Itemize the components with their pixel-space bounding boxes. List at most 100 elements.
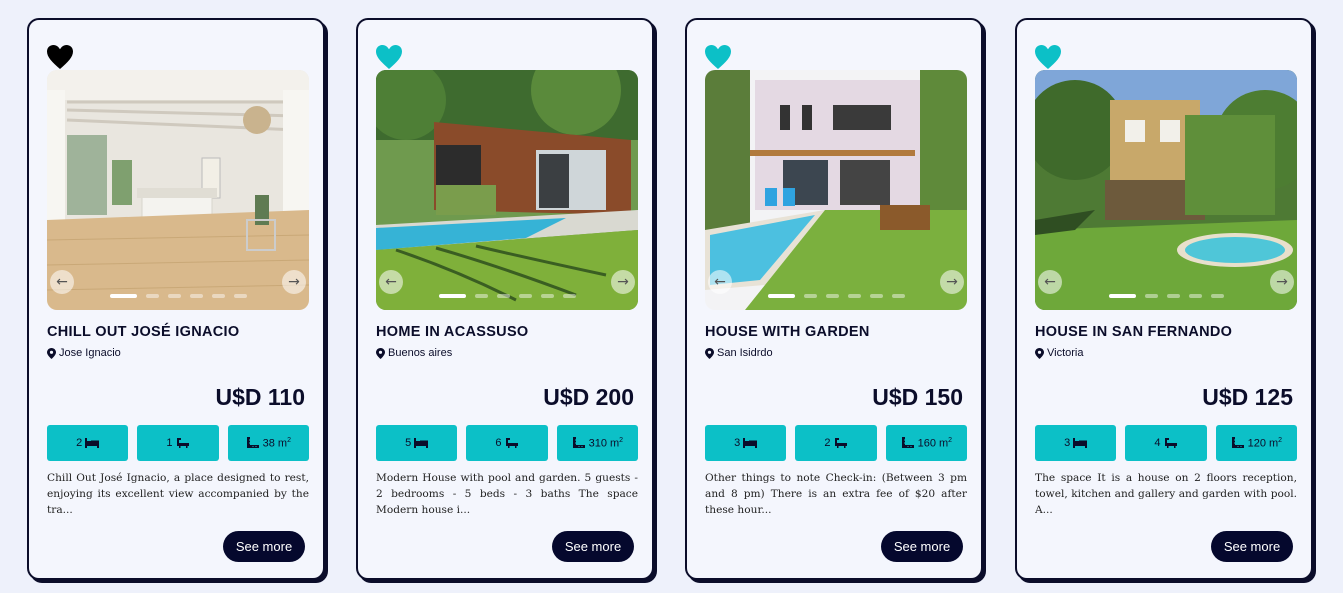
listing-location: San Isidrdo [705, 347, 773, 359]
area-unit: 2 [1278, 436, 1283, 444]
carousel-dot[interactable] [109, 294, 137, 298]
carousel-dot[interactable] [891, 294, 905, 298]
location-text: Jose Ignacio [59, 347, 121, 359]
carousel-dot[interactable] [847, 294, 861, 298]
listing-price: U$D 125 [1202, 384, 1293, 410]
carousel-prev-button[interactable]: ← [379, 270, 403, 294]
listing-description: Chill Out José Ignacio, a place designed… [47, 472, 309, 516]
listing-location: Jose Ignacio [47, 347, 121, 359]
feature-badges: 2 1 38 m2 [47, 425, 309, 461]
see-more-button[interactable]: See more [223, 531, 305, 562]
area-badge: 38 m2 [227, 425, 309, 461]
area-unit: 2 [948, 436, 953, 444]
carousel-prev-button[interactable]: ← [708, 270, 732, 294]
bathrooms-badge: 4 [1125, 425, 1207, 461]
carousel-dot[interactable] [189, 294, 203, 298]
area-badge: 310 m2 [556, 425, 638, 461]
bedrooms-count: 3 [1064, 437, 1071, 449]
listing-photo-carousel[interactable]: ← → [1035, 70, 1297, 310]
favorite-button[interactable] [704, 44, 732, 70]
listing-card: ← → HOME IN ACASSUSO Buenos aires U$D 20… [356, 18, 654, 580]
listing-location: Buenos aires [376, 347, 452, 359]
favorite-button[interactable] [1034, 44, 1062, 70]
carousel-dot[interactable] [1188, 294, 1202, 298]
listing-photo-carousel[interactable]: ← → [376, 70, 638, 310]
location-text: San Isidrdo [717, 347, 773, 359]
listing-title: HOME IN ACASSUSO [376, 324, 529, 340]
bedroom-photo [47, 70, 309, 310]
bathrooms-badge: 2 [795, 425, 877, 461]
listing-card: ← → CHILL OUT JOSÉ IGNACIO Jose Ignacio … [27, 18, 325, 580]
see-more-button[interactable]: See more [552, 531, 634, 562]
listing-title: HOUSE WITH GARDEN [705, 324, 870, 340]
pool-house-photo [376, 70, 638, 310]
listing-location: Victoria [1035, 347, 1083, 359]
listing-title: HOUSE IN SAN FERNANDO [1035, 324, 1233, 340]
bathrooms-badge: 6 [466, 425, 548, 461]
carousel-dot[interactable] [562, 294, 576, 298]
heart-icon [376, 45, 402, 69]
area-value: 38 m2 [263, 437, 291, 450]
carousel-dot[interactable] [211, 294, 225, 298]
see-more-button[interactable]: See more [881, 531, 963, 562]
carousel-dot[interactable] [540, 294, 554, 298]
carousel-dot[interactable] [438, 294, 466, 298]
carousel-dot[interactable] [767, 294, 795, 298]
carousel-next-button[interactable]: → [1270, 270, 1294, 294]
feature-badges: 3 4 120 m2 [1035, 425, 1297, 461]
area-text: 310 m [588, 437, 620, 450]
carousel-indicators [376, 294, 638, 298]
carousel-prev-button[interactable]: ← [1038, 270, 1062, 294]
carousel-dot[interactable] [167, 294, 181, 298]
listing-price: U$D 150 [872, 384, 963, 410]
area-text: 38 m [262, 437, 288, 450]
listing-price: U$D 110 [215, 384, 305, 410]
favorite-button[interactable] [46, 44, 74, 70]
area-text: 120 m [1247, 437, 1279, 450]
area-unit: 2 [287, 436, 291, 444]
area-unit: 2 [619, 436, 624, 444]
carousel-dot[interactable] [145, 294, 159, 298]
favorite-button[interactable] [375, 44, 403, 70]
carousel-dot[interactable] [474, 294, 488, 298]
map-pin-icon [1035, 347, 1044, 359]
location-text: Victoria [1047, 347, 1084, 359]
garden-pool-photo [1035, 70, 1297, 310]
carousel-dot[interactable] [825, 294, 839, 298]
heart-icon [705, 45, 731, 69]
carousel-dot[interactable] [496, 294, 510, 298]
area-value: 120 m2 [1248, 437, 1282, 450]
bedrooms-badge: 5 [376, 425, 458, 461]
carousel-dot[interactable] [1210, 294, 1224, 298]
bathtub-icon [505, 438, 518, 448]
carousel-next-button[interactable]: → [611, 270, 635, 294]
carousel-dot[interactable] [518, 294, 532, 298]
bathtub-icon [1164, 438, 1177, 448]
bathrooms-count: 1 [166, 437, 173, 449]
carousel-prev-button[interactable]: ← [50, 270, 74, 294]
carousel-next-button[interactable]: → [282, 270, 306, 294]
carousel-dot[interactable] [233, 294, 247, 298]
see-more-button[interactable]: See more [1211, 531, 1293, 562]
bedrooms-badge: 2 [47, 425, 129, 461]
location-text: Buenos aires [388, 347, 453, 359]
feature-badges: 3 2 160 m2 [705, 425, 967, 461]
carousel-next-button[interactable]: → [940, 270, 964, 294]
feature-badges: 5 6 310 m2 [376, 425, 638, 461]
carousel-dot[interactable] [1144, 294, 1158, 298]
listing-price: U$D 200 [543, 384, 634, 410]
listing-title: CHILL OUT JOSÉ IGNACIO [47, 324, 240, 340]
listing-card: ← → HOUSE WITH GARDEN San Isidrdo U$D 15… [685, 18, 983, 580]
area-badge: 120 m2 [1215, 425, 1297, 461]
bedrooms-badge: 3 [1035, 425, 1117, 461]
listing-photo-carousel[interactable]: ← → [47, 70, 309, 310]
bedrooms-badge: 3 [705, 425, 787, 461]
carousel-dot[interactable] [869, 294, 883, 298]
listing-card: ← → HOUSE IN SAN FERNANDO Victoria U$D 1… [1015, 18, 1313, 580]
listing-description: Other things to note Check-in: (Between … [705, 472, 967, 516]
listing-photo-carousel[interactable]: ← → [705, 70, 967, 310]
carousel-dot[interactable] [803, 294, 817, 298]
carousel-dot[interactable] [1108, 294, 1136, 298]
carousel-dot[interactable] [1166, 294, 1180, 298]
map-pin-icon [705, 347, 714, 359]
